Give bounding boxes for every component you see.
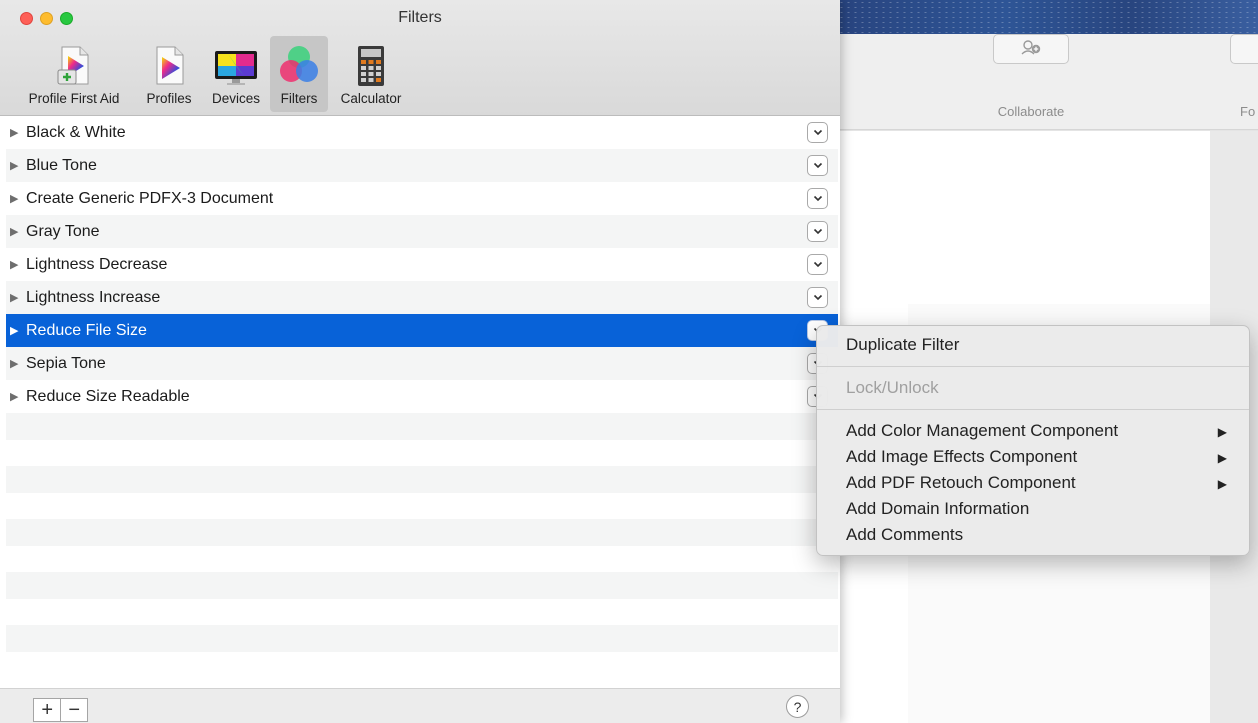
menu-item-add-comments[interactable]: Add Comments: [817, 522, 1249, 548]
toolbar-label: Profile First Aid: [28, 91, 120, 106]
menu-item-add-domain-information[interactable]: Add Domain Information: [817, 496, 1249, 522]
format-button[interactable]: [1230, 34, 1258, 64]
disclosure-triangle-icon[interactable]: ▶: [10, 159, 22, 172]
chevron-down-icon: [813, 162, 822, 169]
toolbar-label: Profiles: [146, 91, 192, 106]
filter-context-menu: Duplicate Filter Lock/Unlock Add Color M…: [816, 325, 1250, 556]
menu-item-label: Add PDF Retouch Component: [846, 473, 1076, 492]
filter-name: Black & White: [26, 123, 126, 141]
disclosure-triangle-icon[interactable]: ▶: [10, 192, 22, 205]
disclosure-triangle-icon[interactable]: ▶: [10, 357, 22, 370]
menu-item-add-image-effects[interactable]: Add Image Effects Component ▶: [817, 444, 1249, 470]
toolbar-label: Devices: [211, 91, 260, 106]
menu-item-lock-unlock: Lock/Unlock: [817, 375, 1249, 401]
toolbar-devices[interactable]: Devices: [204, 36, 268, 112]
empty-list-row: [6, 625, 838, 652]
bottom-bar: + − ?: [0, 688, 840, 723]
calculator-icon: [358, 46, 384, 86]
empty-list-row: [6, 413, 838, 440]
submenu-arrow-icon: ▶: [1217, 425, 1227, 439]
menu-item-add-color-management[interactable]: Add Color Management Component ▶: [817, 418, 1249, 444]
disclosure-triangle-icon[interactable]: ▶: [10, 225, 22, 238]
disclosure-triangle-icon[interactable]: ▶: [10, 390, 22, 403]
background-app-header-strip: [838, 0, 1258, 34]
toolbar-calculator[interactable]: Calculator: [331, 36, 411, 112]
menu-item-label: Add Image Effects Component: [846, 447, 1078, 466]
filter-row[interactable]: ▶ Lightness Increase: [6, 281, 838, 314]
filter-name: Blue Tone: [26, 156, 97, 174]
empty-list-row: [6, 572, 838, 599]
empty-list-row: [6, 439, 838, 466]
chevron-down-icon: [813, 129, 822, 136]
help-button[interactable]: ?: [786, 695, 809, 718]
window-title: Filters: [398, 9, 442, 26]
chevron-down-icon: [813, 294, 822, 301]
window-titlebar: Filters Profile First Aid Profiles Devic…: [0, 0, 840, 116]
empty-list-row: [6, 545, 838, 572]
profiles-icon: [156, 46, 184, 85]
filter-row[interactable]: ▶ Blue Tone: [6, 149, 838, 182]
filter-actions-button[interactable]: [807, 287, 828, 308]
collaborate-button[interactable]: [993, 34, 1069, 64]
devices-icon: [215, 51, 257, 85]
submenu-arrow-icon: ▶: [1217, 477, 1227, 491]
menu-item-label: Add Domain Information: [846, 499, 1030, 518]
profile-first-aid-icon: [57, 46, 89, 85]
collaborate-label: Collaborate: [997, 104, 1065, 119]
remove-filter-button[interactable]: −: [60, 699, 87, 721]
filter-list: ▶ Black & White ▶ Blue Tone ▶ Create Gen…: [6, 116, 838, 688]
filters-icon: [280, 46, 318, 82]
menu-item-label: Lock/Unlock: [846, 378, 939, 397]
chevron-down-icon: [813, 228, 822, 235]
filter-name: Create Generic PDFX-3 Document: [26, 189, 274, 207]
filter-name: Sepia Tone: [26, 354, 106, 372]
filter-name: Lightness Increase: [26, 288, 161, 306]
filter-row[interactable]: ▶ Gray Tone: [6, 215, 838, 248]
format-label: Fo: [1240, 104, 1256, 119]
filter-actions-button[interactable]: [807, 155, 828, 176]
filter-row[interactable]: ▶ Lightness Decrease: [6, 248, 838, 281]
filter-actions-button[interactable]: [807, 221, 828, 242]
filter-name: Gray Tone: [26, 222, 100, 240]
filter-row-selected[interactable]: ▶ Reduce File Size: [6, 314, 838, 347]
filter-actions-button[interactable]: [807, 188, 828, 209]
filter-actions-button[interactable]: [807, 122, 828, 143]
menu-item-label: Add Comments: [846, 525, 964, 544]
filter-row[interactable]: ▶ Black & White: [6, 116, 838, 149]
chevron-down-icon: [813, 261, 822, 268]
empty-list-row: [6, 466, 838, 493]
filter-row[interactable]: ▶ Reduce Size Readable: [6, 380, 838, 413]
empty-list-row: [6, 519, 838, 546]
empty-list-row: [6, 492, 838, 519]
add-filter-button[interactable]: +: [34, 699, 60, 721]
disclosure-triangle-icon[interactable]: ▶: [10, 291, 22, 304]
filter-actions-button[interactable]: [807, 254, 828, 275]
disclosure-triangle-icon[interactable]: ▶: [10, 324, 22, 337]
filter-row[interactable]: ▶ Sepia Tone: [6, 347, 838, 380]
filter-name: Reduce File Size: [26, 321, 147, 339]
empty-list-row: [6, 651, 838, 678]
menu-separator: [817, 366, 1249, 367]
menu-item-add-pdf-retouch[interactable]: Add PDF Retouch Component ▶: [817, 470, 1249, 496]
disclosure-triangle-icon[interactable]: ▶: [10, 258, 22, 271]
menu-item-duplicate-filter[interactable]: Duplicate Filter: [817, 332, 1249, 358]
toolbar-profile-first-aid[interactable]: Profile First Aid: [14, 36, 134, 112]
filter-name: Reduce Size Readable: [26, 387, 190, 405]
filter-row[interactable]: ▶ Create Generic PDFX-3 Document: [6, 182, 838, 215]
menu-item-label: Add Color Management Component: [846, 421, 1119, 440]
submenu-arrow-icon: ▶: [1217, 451, 1227, 465]
toolbar-profiles[interactable]: Profiles: [138, 36, 200, 112]
collaborate-icon: [1020, 39, 1042, 60]
menu-separator: [817, 409, 1249, 410]
toolbar-label: Calculator: [340, 91, 402, 106]
filter-name: Lightness Decrease: [26, 255, 168, 273]
menu-item-label: Duplicate Filter: [846, 335, 960, 354]
disclosure-triangle-icon[interactable]: ▶: [10, 126, 22, 139]
filters-window: Filters Profile First Aid Profiles Devic…: [0, 0, 840, 723]
add-remove-group: + −: [33, 698, 88, 722]
empty-list-row: [6, 598, 838, 625]
toolbar-label: Filters: [280, 91, 318, 106]
chevron-down-icon: [813, 195, 822, 202]
toolbar-filters[interactable]: Filters: [270, 36, 328, 112]
